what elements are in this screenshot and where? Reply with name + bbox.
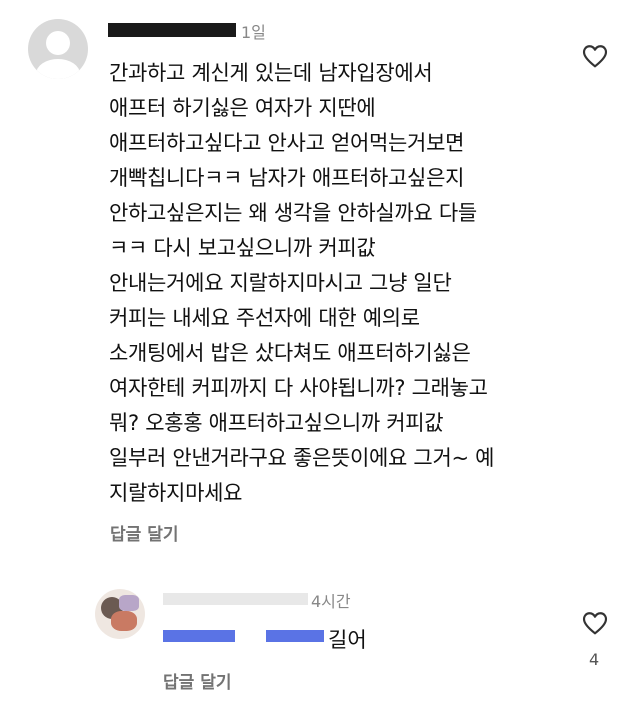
comment-line: 애프터 하기싫은 여자가 지딴에 (109, 96, 376, 120)
avatar-default-head (46, 31, 70, 55)
comment-line: 개빡칩니다ㅋㅋ 남자가 애프터하고싶은지 (109, 166, 465, 190)
comment-line: 간과하고 계신게 있는데 남자입장에서 (109, 61, 433, 85)
avatar-photo-part (111, 611, 137, 631)
comment-line: 안내는거에요 지랄하지마시고 그냥 일단 (109, 271, 452, 295)
redacted-username (108, 23, 236, 37)
redacted-mention (163, 630, 235, 642)
comment-line: 일부러 안낸거라구요 좋은뜻이에요 그거~ 예 (109, 446, 495, 470)
heart-icon-svg (582, 612, 608, 635)
avatar[interactable] (28, 19, 88, 79)
reply-text: 길어 (328, 628, 367, 652)
comment-text: 간과하고 계신게 있는데 남자입장에서 애프터 하기싫은 여자가 지딴에 애프터… (109, 56, 569, 511)
reply-button[interactable]: 답글 달기 (163, 668, 231, 693)
comment-line: 안하고싶은지는 왜 생각을 안하실까요 다들 (109, 201, 477, 225)
redacted-reply-username (163, 593, 308, 605)
comment-line: 커피는 내세요 주선자에 대한 예의로 (109, 306, 420, 330)
avatar-photo-part (119, 595, 139, 611)
like-count: 4 (589, 650, 600, 669)
heart-outline-icon[interactable] (582, 44, 608, 68)
heart-icon-svg (582, 45, 608, 68)
comment-line: 지랄하지마세요 (109, 481, 243, 505)
comment-line: 뭐? 오홍홍 애프터하고싶으니까 커피값 (109, 411, 444, 435)
comment-line: 소개팅에서 밥은 샀다쳐도 애프터하기싫은 (109, 341, 471, 365)
reply-button[interactable]: 답글 달기 (110, 520, 178, 545)
reply-avatar[interactable] (95, 589, 145, 639)
comment-line: ㅋㅋ 다시 보고싶으니까 커피값 (109, 236, 376, 260)
comment-line: 애프터하고싶다고 안사고 얻어먹는거보면 (109, 131, 465, 155)
redacted-mention (266, 630, 324, 642)
comment-timestamp: 1일 (241, 23, 266, 42)
reply-timestamp: 4시간 (311, 592, 351, 611)
comment-line: 여자한테 커피까지 다 사야됩니까? 그래놓고 (109, 376, 488, 400)
heart-outline-icon[interactable] (582, 611, 608, 635)
avatar-default-shoulders (36, 59, 80, 79)
